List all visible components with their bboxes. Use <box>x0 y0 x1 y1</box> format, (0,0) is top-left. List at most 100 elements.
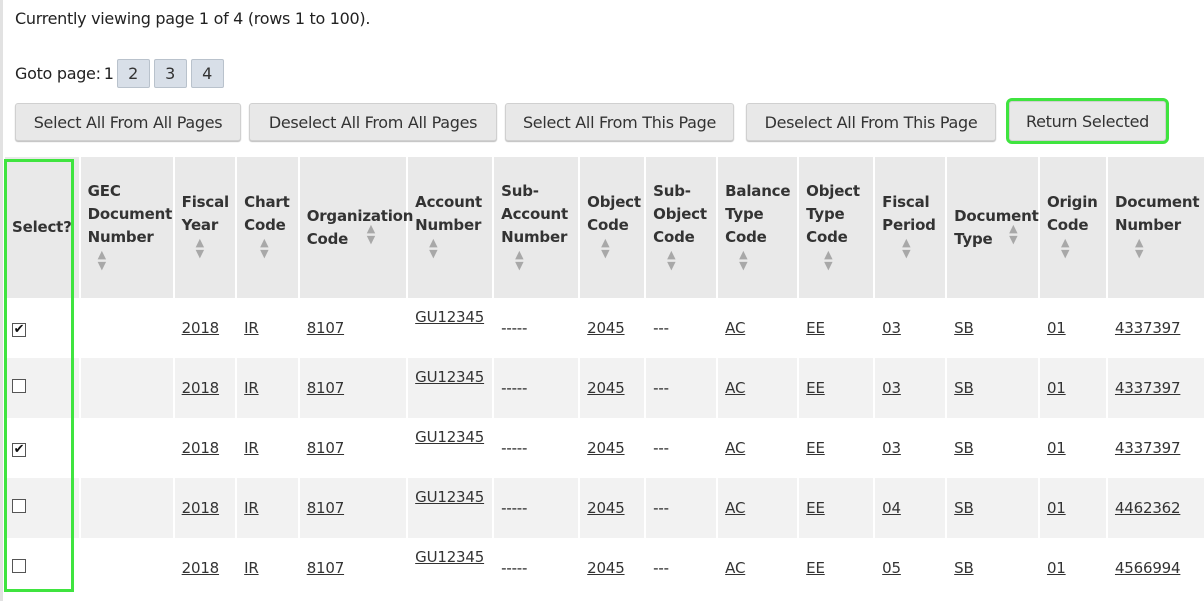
row-select-checkbox[interactable]: ✔ <box>12 443 26 457</box>
doc-number-link[interactable]: 4337397 <box>1115 379 1181 397</box>
table-cell: GU12345 <box>408 538 495 598</box>
object-type-link[interactable]: EE <box>806 559 825 577</box>
column-header-organization-code[interactable]: Organization Code ▲ ▼ <box>299 157 413 298</box>
chart-link[interactable]: IR <box>244 439 259 457</box>
org-link[interactable]: 8107 <box>307 379 345 397</box>
chart-link[interactable]: IR <box>244 559 259 577</box>
doc-type-link[interactable]: SB <box>954 319 974 337</box>
object-link[interactable]: 2045 <box>587 499 625 517</box>
origin-link[interactable]: 01 <box>1047 559 1066 577</box>
org-link[interactable]: 8107 <box>307 499 345 517</box>
account-link[interactable]: GU12345 <box>415 488 484 506</box>
column-header-sub-account-number[interactable]: Sub-Account Number ▲ ▼ <box>494 157 581 298</box>
fiscal-year-link[interactable]: 2018 <box>182 439 220 457</box>
column-header-chart-code[interactable]: Chart Code ▲ ▼ <box>237 157 300 298</box>
object-link[interactable]: 2045 <box>587 559 625 577</box>
object-type-link[interactable]: EE <box>806 439 825 457</box>
sort-updown-icon[interactable]: ▲ ▼ <box>501 249 523 271</box>
doc-type-link[interactable]: SB <box>954 559 974 577</box>
chart-link[interactable]: IR <box>244 379 259 397</box>
sort-updown-icon[interactable]: ▲ ▼ <box>806 249 832 271</box>
column-header-object-type-code[interactable]: Object Type Code ▲ ▼ <box>799 157 876 298</box>
row-select-checkbox[interactable] <box>12 499 26 513</box>
org-link[interactable]: 8107 <box>307 319 345 337</box>
return-selected-button[interactable]: Return Selected <box>1006 98 1169 144</box>
table-cell <box>5 358 81 418</box>
chart-link[interactable]: IR <box>244 499 259 517</box>
column-header-document-type[interactable]: Document Type ▲ ▼ <box>947 157 1040 298</box>
column-header-account-number[interactable]: Account Number ▲ ▼ <box>408 157 495 298</box>
account-link[interactable]: GU12345 <box>415 548 484 566</box>
sort-updown-icon[interactable]: ▲ ▼ <box>587 237 609 259</box>
sort-updown-icon[interactable]: ▲ ▼ <box>882 237 910 259</box>
column-header-document-number[interactable]: Document Number ▲ ▼ <box>1107 157 1204 298</box>
balance-type-link[interactable]: AC <box>725 499 745 517</box>
sort-updown-icon[interactable]: ▲ ▼ <box>653 249 675 271</box>
chart-link[interactable]: IR <box>244 319 259 337</box>
origin-link[interactable]: 01 <box>1047 439 1066 457</box>
object-link[interactable]: 2045 <box>587 439 625 457</box>
account-link[interactable]: GU12345 <box>415 368 484 386</box>
sort-updown-icon[interactable]: ▲ ▼ <box>1009 223 1017 245</box>
account-link[interactable]: GU12345 <box>415 428 484 446</box>
sort-updown-icon[interactable]: ▲ ▼ <box>88 249 106 271</box>
column-header-origin-code[interactable]: Origin Code ▲ ▼ <box>1039 157 1108 298</box>
select-all-from-all-pages-button[interactable]: Select All From All Pages <box>15 103 241 141</box>
sort-updown-icon[interactable]: ▲ ▼ <box>1115 237 1143 259</box>
column-header-sub-object-code[interactable]: Sub-Object Code ▲ ▼ <box>646 157 719 298</box>
doc-number-link[interactable]: 4566994 <box>1115 559 1181 577</box>
org-link[interactable]: 8107 <box>307 559 345 577</box>
page-button-2[interactable]: 2 <box>116 58 150 88</box>
page-button-3[interactable]: 3 <box>153 58 187 88</box>
row-select-checkbox[interactable]: ✔ <box>12 323 26 337</box>
object-type-link[interactable]: EE <box>806 379 825 397</box>
origin-link[interactable]: 01 <box>1047 499 1066 517</box>
deselect-all-from-this-page-button[interactable]: Deselect All From This Page <box>746 103 996 141</box>
row-select-checkbox[interactable] <box>12 559 26 573</box>
deselect-all-from-all-pages-button[interactable]: Deselect All From All Pages <box>249 103 497 141</box>
period-link[interactable]: 05 <box>882 559 901 577</box>
doc-number-link[interactable]: 4337397 <box>1115 439 1181 457</box>
origin-link[interactable]: 01 <box>1047 379 1066 397</box>
sort-updown-icon[interactable]: ▲ ▼ <box>367 223 375 245</box>
table-cell <box>5 538 81 598</box>
doc-number-link[interactable]: 4462362 <box>1115 499 1181 517</box>
period-link[interactable]: 04 <box>882 499 901 517</box>
period-link[interactable]: 03 <box>882 439 901 457</box>
column-header-object-code[interactable]: Object Code ▲ ▼ <box>580 157 647 298</box>
doc-number-link[interactable]: 4337397 <box>1115 319 1181 337</box>
fiscal-year-link[interactable]: 2018 <box>182 379 220 397</box>
period-link[interactable]: 03 <box>882 379 901 397</box>
balance-type-link[interactable]: AC <box>725 379 745 397</box>
doc-type-link[interactable]: SB <box>954 379 974 397</box>
fiscal-year-link[interactable]: 2018 <box>182 319 220 337</box>
select-all-from-this-page-button[interactable]: Select All From This Page <box>505 103 734 141</box>
object-type-link[interactable]: EE <box>806 499 825 517</box>
row-select-checkbox[interactable] <box>12 379 26 393</box>
sort-updown-icon[interactable]: ▲ ▼ <box>244 237 268 259</box>
doc-type-link[interactable]: SB <box>954 439 974 457</box>
column-header-balance-type-code[interactable]: Balance Type Code ▲ ▼ <box>718 157 800 298</box>
fiscal-year-link[interactable]: 2018 <box>182 559 220 577</box>
sort-updown-icon[interactable]: ▲ ▼ <box>182 237 204 259</box>
origin-link[interactable]: 01 <box>1047 319 1066 337</box>
column-header-gec-document-number[interactable]: GEC Document Number ▲ ▼ <box>80 157 175 298</box>
object-link[interactable]: 2045 <box>587 379 625 397</box>
sort-updown-icon[interactable]: ▲ ▼ <box>415 237 437 259</box>
period-link[interactable]: 03 <box>882 319 901 337</box>
sort-updown-icon[interactable]: ▲ ▼ <box>725 249 747 271</box>
object-link[interactable]: 2045 <box>587 319 625 337</box>
balance-type-link[interactable]: AC <box>725 559 745 577</box>
page-button-4[interactable]: 4 <box>190 58 224 88</box>
column-header-fiscal-period[interactable]: Fiscal Period ▲ ▼ <box>875 157 948 298</box>
doc-type-link[interactable]: SB <box>954 499 974 517</box>
account-link[interactable]: GU12345 <box>415 308 484 326</box>
org-link[interactable]: 8107 <box>307 439 345 457</box>
fiscal-year-link[interactable]: 2018 <box>182 499 220 517</box>
column-header-fiscal-year[interactable]: Fiscal Year ▲ ▼ <box>174 157 238 298</box>
table-cell: ✔ <box>5 298 81 358</box>
object-type-link[interactable]: EE <box>806 319 825 337</box>
balance-type-link[interactable]: AC <box>725 319 745 337</box>
balance-type-link[interactable]: AC <box>725 439 745 457</box>
sort-updown-icon[interactable]: ▲ ▼ <box>1047 237 1069 259</box>
